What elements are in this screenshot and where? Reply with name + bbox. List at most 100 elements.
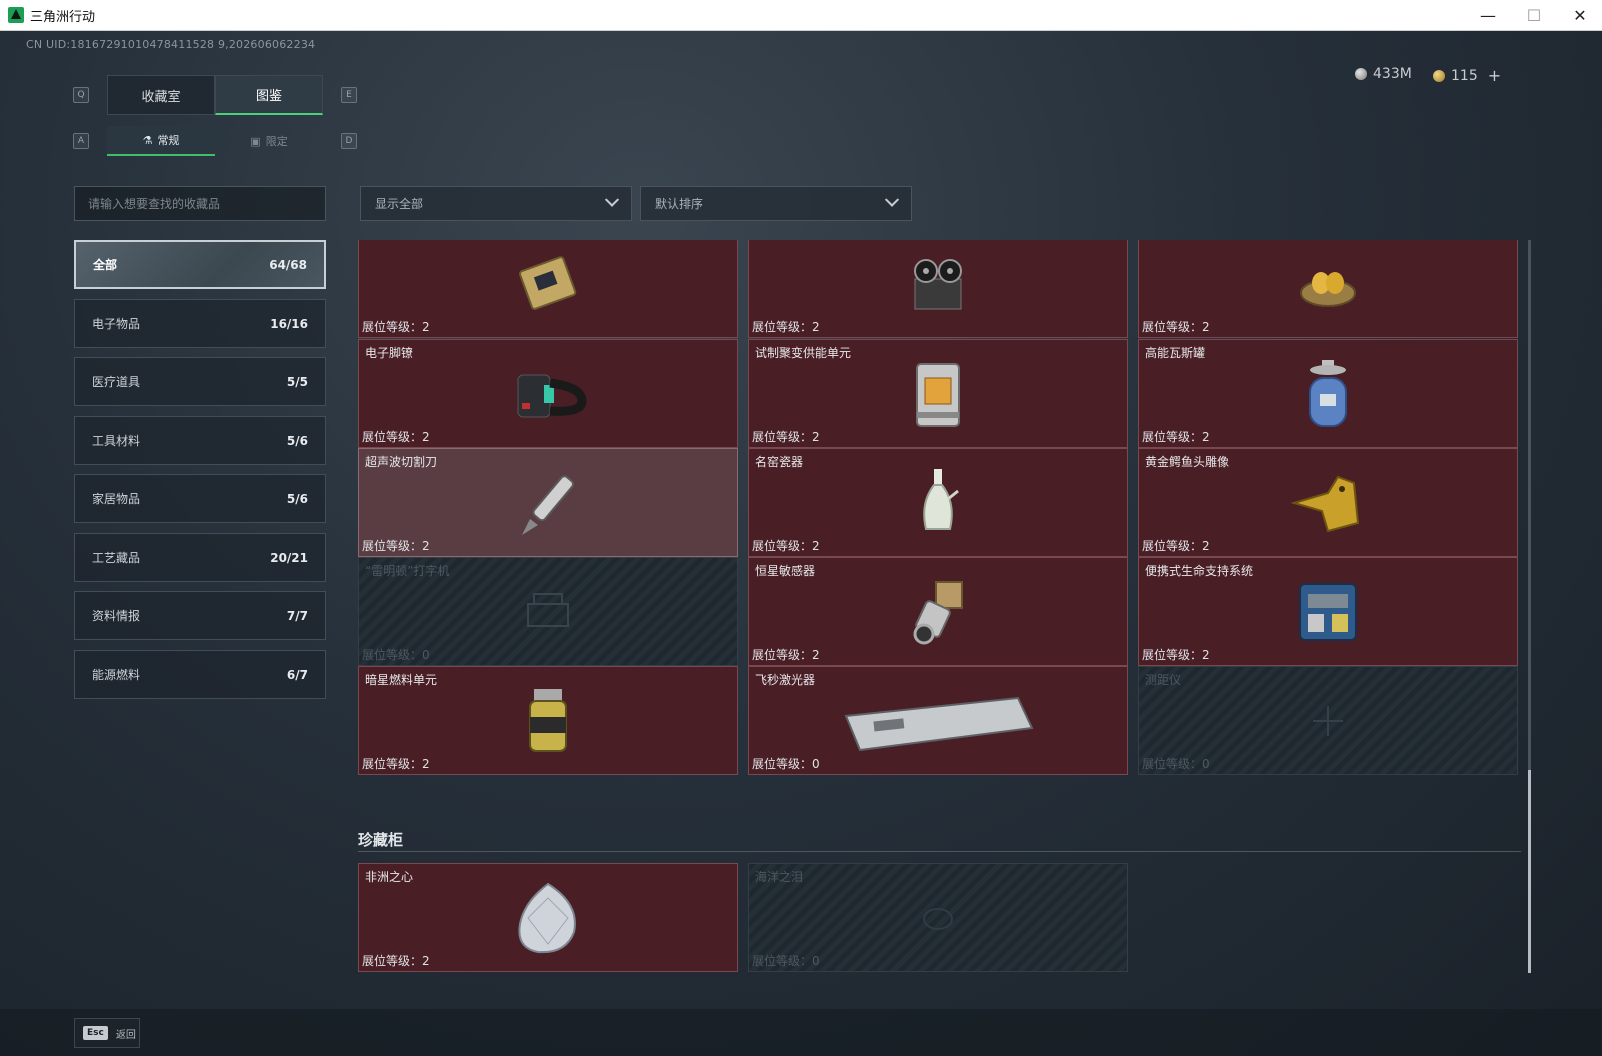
item-card[interactable]: 暗星燃料单元 展位等级：2 — [358, 666, 738, 775]
gold-currency: 115 + — [1433, 66, 1501, 85]
item-card[interactable]: 便携式生命支持系统 展位等级：2 — [1138, 557, 1518, 666]
item-grid: 展位等级：2 展位等级：2 展位等级：2 电子脚镣 展位等级：2 试制聚变供能单… — [358, 240, 1521, 831]
item-name: 超声波切割刀 — [365, 455, 438, 469]
item-card[interactable]: “雷明顿”打字机 展位等级：0 — [358, 557, 738, 666]
item-card[interactable]: 试制聚变供能单元 展位等级：2 — [748, 339, 1128, 448]
item-name: 飞秒激光器 — [755, 673, 816, 687]
category-label: 能源燃料 — [92, 668, 141, 682]
item-level: 展位等级：0 — [1142, 757, 1210, 771]
item-card[interactable]: 展位等级：2 — [358, 240, 738, 338]
category-label: 医疗道具 — [92, 375, 141, 389]
item-card[interactable]: 高能瓦斯罐 展位等级：2 — [1138, 339, 1518, 448]
tab-regular[interactable]: ⚗ 常规 — [107, 126, 215, 156]
category-label: 工艺藏品 — [92, 551, 141, 565]
item-level: 展位等级：0 — [362, 648, 430, 662]
item-card[interactable]: 飞秒激光器 展位等级：0 — [748, 666, 1128, 775]
item-card[interactable]: 超声波切割刀 展位等级：2 — [358, 448, 738, 557]
tape-recorder-icon — [898, 244, 978, 324]
silver-amount: 433M — [1373, 66, 1412, 82]
tab-catalog[interactable]: 图鉴 — [215, 75, 323, 115]
item-name: 恒星敏感器 — [755, 564, 816, 578]
sort-dropdown[interactable]: 默认排序 — [640, 186, 912, 221]
rangefinder-icon — [1288, 681, 1368, 761]
item-name: “雷明顿”打字机 — [365, 564, 450, 578]
item-name: 海洋之泪 — [755, 870, 804, 884]
item-level: 展位等级：0 — [752, 757, 820, 771]
category-intel[interactable]: 资料情报 7/7 — [74, 591, 326, 640]
regular-icon: ⚗ — [142, 133, 153, 147]
item-level: 展位等级：2 — [752, 320, 820, 334]
grid-scrollbar[interactable] — [1528, 240, 1531, 973]
key-hint-q: Q — [73, 87, 89, 103]
typewriter-icon — [508, 572, 588, 652]
category-fuel[interactable]: 能源燃料 6/7 — [74, 650, 326, 699]
item-card[interactable]: 展位等级：2 — [1138, 240, 1518, 338]
item-level: 展位等级：2 — [1142, 539, 1210, 553]
item-name: 电子脚镣 — [365, 346, 414, 360]
silver-currency: 433M — [1355, 66, 1412, 82]
add-currency-button[interactable]: + — [1488, 66, 1501, 85]
item-card[interactable]: 展位等级：2 — [748, 240, 1128, 338]
item-name: 黄金鳄鱼头雕像 — [1145, 455, 1230, 469]
item-card[interactable]: 非洲之心 展位等级：2 — [358, 863, 738, 972]
diamond-icon — [508, 878, 588, 958]
category-count: 7/7 — [286, 608, 308, 623]
tab-collection-room[interactable]: 收藏室 — [107, 75, 215, 115]
category-crafts[interactable]: 工艺藏品 20/21 — [74, 533, 326, 582]
window-title: 三角洲行动 — [30, 9, 96, 25]
item-card[interactable]: 测距仪 展位等级：0 — [1138, 666, 1518, 775]
item-name: 名窑瓷器 — [755, 455, 804, 469]
item-level: 展位等级：2 — [1142, 430, 1210, 444]
ultrasonic-cutter-icon — [508, 463, 588, 543]
item-name: 暗星燃料单元 — [365, 673, 438, 687]
category-all[interactable]: 全部 64/68 — [74, 240, 326, 289]
category-count: 64/68 — [269, 257, 307, 272]
item-level: 展位等级：2 — [752, 430, 820, 444]
chevron-down-icon — [604, 192, 620, 207]
porcelain-vase-icon — [898, 463, 978, 543]
display-filter-dropdown[interactable]: 显示全部 — [360, 186, 632, 221]
gold-amount: 115 — [1451, 67, 1478, 84]
item-card[interactable]: 名窑瓷器 展位等级：2 — [748, 448, 1128, 557]
fusion-unit-icon — [898, 354, 978, 434]
category-count: 5/5 — [286, 374, 308, 389]
item-card[interactable]: 恒星敏感器 展位等级：2 — [748, 557, 1128, 666]
minimize-button[interactable]: — — [1465, 0, 1511, 31]
item-name: 试制聚变供能单元 — [755, 346, 852, 360]
gold-coin-icon — [1433, 69, 1445, 82]
scrollbar-thumb[interactable] — [1528, 770, 1531, 973]
item-card[interactable]: 黄金鳄鱼头雕像 展位等级：2 — [1138, 448, 1518, 557]
chevron-down-icon — [884, 192, 900, 207]
electronic-anklet-icon — [508, 354, 588, 434]
category-medical[interactable]: 医疗道具 5/5 — [74, 357, 326, 406]
item-level: 展位等级：2 — [362, 954, 430, 968]
back-button[interactable]: Esc 返回 — [74, 1018, 140, 1048]
golden-crocodile-icon — [1288, 463, 1368, 543]
category-count: 20/21 — [270, 550, 308, 565]
category-label: 全部 — [93, 258, 118, 272]
item-level: 展位等级：0 — [752, 954, 820, 968]
category-household[interactable]: 家居物品 5/6 — [74, 474, 326, 523]
category-count: 16/16 — [270, 316, 308, 331]
key-hint-e: E — [341, 87, 357, 103]
search-input[interactable] — [74, 186, 326, 221]
item-card[interactable]: 海洋之泪 展位等级：0 — [748, 863, 1128, 972]
bottom-bar — [0, 1009, 1602, 1056]
category-electronics[interactable]: 电子物品 16/16 — [74, 299, 326, 348]
close-button[interactable]: ✕ — [1557, 0, 1602, 31]
tab-regular-label: 常规 — [157, 134, 180, 147]
key-hint-a: A — [73, 133, 89, 149]
tab-limited[interactable]: ▣ 限定 — [215, 126, 323, 156]
item-card[interactable]: 电子脚镣 展位等级：2 — [358, 339, 738, 448]
maximize-button[interactable]: ☐ — [1511, 0, 1557, 31]
category-tools[interactable]: 工具材料 5/6 — [74, 416, 326, 465]
category-label: 工具材料 — [92, 434, 141, 448]
item-level: 展位等级：2 — [752, 648, 820, 662]
tab-limited-label: 限定 — [265, 135, 288, 148]
category-label: 电子物品 — [92, 317, 141, 331]
item-level: 展位等级：2 — [1142, 320, 1210, 334]
item-level: 展位等级：2 — [362, 539, 430, 553]
ocean-tear-icon — [898, 878, 978, 958]
section-title-treasure: 珍藏柜 — [358, 831, 404, 849]
category-label: 家居物品 — [92, 492, 141, 506]
